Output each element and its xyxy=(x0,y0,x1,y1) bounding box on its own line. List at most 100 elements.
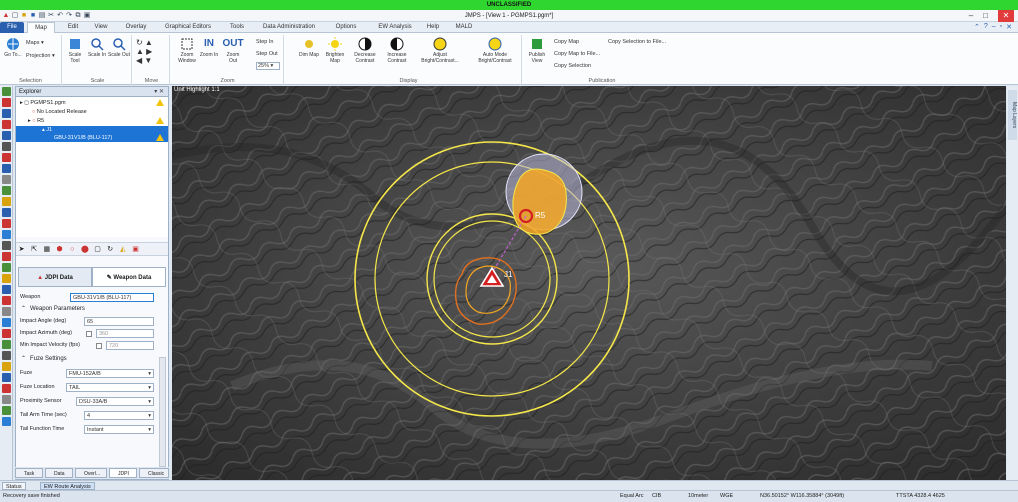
tab-overlays[interactable]: Overl... xyxy=(75,468,107,478)
proximity-select[interactable]: DSU-33A/B ▾ xyxy=(76,397,154,406)
copy-map-button[interactable]: Copy Map xyxy=(554,39,579,45)
square-icon[interactable]: ▢ xyxy=(93,245,102,254)
tab-classic[interactable]: Classic xyxy=(139,468,169,478)
copy-selection-button[interactable]: Copy Selection xyxy=(554,63,591,69)
map-layers-tab[interactable]: Map Layers xyxy=(1008,90,1017,140)
strip-tool-26-icon[interactable] xyxy=(2,362,11,371)
minimize-button[interactable]: – xyxy=(969,10,973,22)
strip-tool-31-icon[interactable] xyxy=(2,417,11,426)
strip-tool-19-icon[interactable] xyxy=(2,285,11,294)
expand-icon[interactable]: ⌃ xyxy=(974,23,980,31)
strip-tool-11-icon[interactable] xyxy=(2,197,11,206)
tree-item-j1[interactable]: ▴ J1 xyxy=(16,126,168,134)
min-velocity-checkbox[interactable] xyxy=(96,343,102,349)
fuze-location-select[interactable]: TAIL ▾ xyxy=(66,383,154,392)
zoom-level-select[interactable]: 25% ▾ xyxy=(256,62,280,70)
calc-icon[interactable]: ▣ xyxy=(131,245,140,254)
strip-tool-22-icon[interactable] xyxy=(2,318,11,327)
adjust-bright-contrast-button[interactable]: Adjust Bright/Contrast... xyxy=(420,37,460,64)
increase-contrast-button[interactable]: Increase Contrast xyxy=(386,37,408,64)
tab-data-administration[interactable]: Data Administration xyxy=(256,22,322,33)
strip-tool-10-icon[interactable] xyxy=(2,186,11,195)
copy-selection-to-file-button[interactable]: Copy Selection to File... xyxy=(608,39,666,45)
scale-in-button[interactable]: Scale In xyxy=(86,37,108,58)
publish-view-button[interactable]: Publish View xyxy=(526,37,548,64)
flag-icon[interactable]: ◭ xyxy=(118,245,127,254)
select-icon[interactable]: ⇱ xyxy=(30,245,39,254)
restore-icon[interactable]: ▫ xyxy=(1000,23,1002,31)
strip-tool-24-icon[interactable] xyxy=(2,340,11,349)
strip-tool-17-icon[interactable] xyxy=(2,263,11,272)
map-canvas[interactable]: R5 J1 xyxy=(172,86,1006,480)
tab-jdpi[interactable]: JDPI xyxy=(109,468,137,478)
tab-overlay[interactable]: Overlay xyxy=(118,22,154,33)
map-view[interactable]: R5 J1 Unit Highlight 1:1 xyxy=(172,86,1006,480)
strip-tool-8-icon[interactable] xyxy=(2,164,11,173)
maps-dropdown[interactable]: Maps ▾ xyxy=(26,40,44,46)
strip-tool-13-icon[interactable] xyxy=(2,219,11,228)
strip-tool-29-icon[interactable] xyxy=(2,395,11,404)
projection-dropdown[interactable]: Projection ▾ xyxy=(26,53,55,59)
tab-mald[interactable]: MALD xyxy=(450,22,478,33)
fuze-settings-header[interactable]: Fuze Settings xyxy=(20,354,160,364)
strip-tool-4-icon[interactable] xyxy=(2,120,11,129)
tab-map[interactable]: Map xyxy=(27,22,55,33)
strip-tool-6-icon[interactable] xyxy=(2,142,11,151)
point-icon[interactable]: ⬤ xyxy=(80,245,89,254)
strip-tool-27-icon[interactable] xyxy=(2,373,11,382)
impact-azimuth-field[interactable]: 360 xyxy=(96,329,154,338)
tab-view[interactable]: View xyxy=(88,22,114,33)
strip-tool-30-icon[interactable] xyxy=(2,406,11,415)
zoom-window-button[interactable]: Zoom Window xyxy=(176,37,198,64)
tab-ew-route-analysis[interactable]: EW Route Analysis xyxy=(40,482,95,490)
tree-item-no-located-release[interactable]: ○ No Located Release xyxy=(16,108,168,116)
strip-tool-23-icon[interactable] xyxy=(2,329,11,338)
strip-tool-7-icon[interactable] xyxy=(2,153,11,162)
brighten-map-button[interactable]: Brighten Map xyxy=(324,37,346,64)
strip-tool-21-icon[interactable] xyxy=(2,307,11,316)
impact-angle-field[interactable]: 65 xyxy=(84,317,154,326)
tab-file[interactable]: File xyxy=(0,22,24,33)
refresh-icon[interactable]: ↻ xyxy=(106,245,115,254)
tree-item-pgmps1[interactable]: ▸ ◻ PGMPS1.pgm xyxy=(16,99,168,107)
tab-status[interactable]: Status xyxy=(2,482,26,490)
min-velocity-field[interactable]: 720 xyxy=(106,341,154,350)
circle-icon[interactable]: ○ xyxy=(68,245,77,254)
tab-help[interactable]: Help xyxy=(420,22,446,33)
tab-weapon-data[interactable]: ✎ Weapon Data xyxy=(92,267,166,287)
tab-graphical-editors[interactable]: Graphical Editors xyxy=(158,22,218,33)
tab-ew-analysis[interactable]: EW Analysis xyxy=(372,22,418,33)
help-icon[interactable]: ? xyxy=(984,23,988,31)
pin-close-icon[interactable]: ▾ ✕ xyxy=(154,87,164,97)
decrease-contrast-button[interactable]: Decrease Contrast xyxy=(354,37,376,64)
tab-task[interactable]: Task xyxy=(15,468,43,478)
strip-tool-5-icon[interactable] xyxy=(2,131,11,140)
step-in-button[interactable]: Step In xyxy=(256,39,273,45)
tab-jdpi-data[interactable]: ▲ JDPI Data xyxy=(18,267,92,287)
step-out-button[interactable]: Step Out xyxy=(256,51,278,57)
tail-arm-select[interactable]: 4 ▾ xyxy=(84,411,154,420)
pointer-icon[interactable]: ➤ xyxy=(17,245,26,254)
auto-mode-bright-contrast-button[interactable]: Auto Mode Bright/Contrast xyxy=(474,37,516,64)
marker-icon[interactable]: ⬢ xyxy=(55,245,64,254)
zoom-out-button[interactable]: OUT Zoom Out xyxy=(222,37,244,64)
strip-tool-25-icon[interactable] xyxy=(2,351,11,360)
panel-scrollbar[interactable] xyxy=(159,357,166,467)
tab-tools[interactable]: Tools xyxy=(222,22,252,33)
tab-edit[interactable]: Edit xyxy=(60,22,86,33)
close-button[interactable]: ✕ xyxy=(998,10,1014,22)
strip-tool-28-icon[interactable] xyxy=(2,384,11,393)
dim-map-button[interactable]: Dim Map xyxy=(298,37,320,58)
strip-tool-3-icon[interactable] xyxy=(2,109,11,118)
strip-tool-15-icon[interactable] xyxy=(2,241,11,250)
strip-tool-14-icon[interactable] xyxy=(2,230,11,239)
strip-tool-20-icon[interactable] xyxy=(2,296,11,305)
tree-item-r5[interactable]: ▸ ○ R5 xyxy=(16,117,168,125)
tab-data[interactable]: Data xyxy=(45,468,73,478)
min-icon[interactable]: – xyxy=(992,23,996,31)
close-small-icon[interactable]: ✕ xyxy=(1006,23,1012,31)
grid-icon[interactable]: ▦ xyxy=(42,245,51,254)
copy-map-to-file-button[interactable]: Copy Map to File... xyxy=(554,51,600,57)
go-to-button[interactable]: Go To... xyxy=(2,37,24,58)
tab-options[interactable]: Options xyxy=(328,22,364,33)
